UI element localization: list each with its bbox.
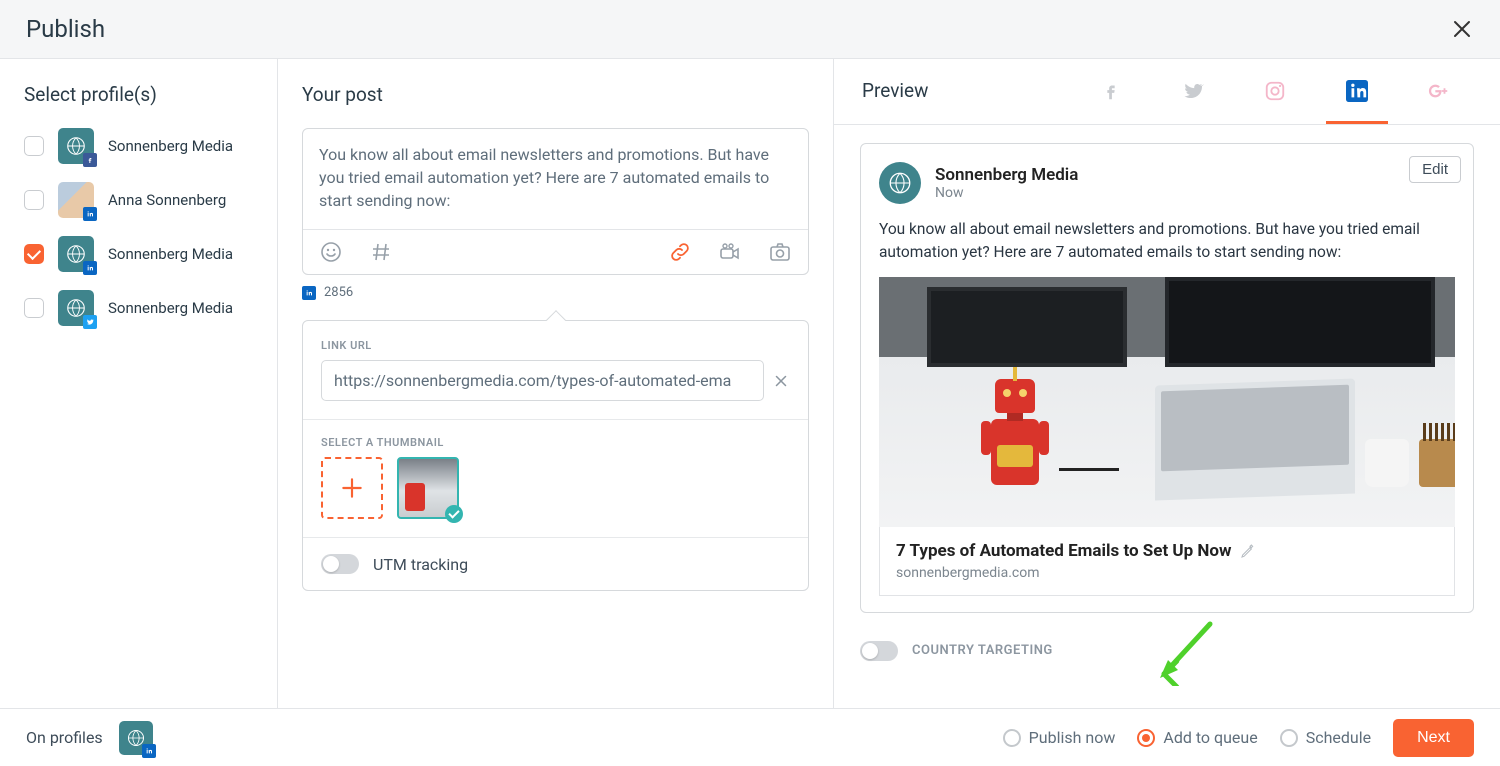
profile-row[interactable]: Sonnenberg Media [24, 290, 253, 326]
avatar [58, 128, 94, 164]
preview-header: Preview [834, 59, 1500, 102]
radio-label: Publish now [1029, 728, 1116, 747]
hashtag-icon[interactable] [369, 240, 393, 264]
char-count: 2856 [324, 285, 353, 300]
profile-row[interactable]: Sonnenberg Media [24, 236, 253, 272]
brand-logo-icon [879, 162, 921, 204]
close-icon[interactable] [1450, 17, 1474, 41]
radio-label: Add to queue [1163, 728, 1257, 747]
profile-checkbox[interactable] [24, 190, 44, 210]
linkedin-badge-icon [83, 261, 97, 275]
profile-name-label: Sonnenberg Media [108, 299, 233, 317]
schedule-option[interactable]: Schedule [1280, 728, 1371, 747]
add-to-queue-option[interactable]: Add to queue [1137, 728, 1257, 747]
compose-title: Your post [302, 83, 809, 106]
post-box: You know all about email newsletters and… [302, 128, 809, 275]
tab-twitter[interactable] [1180, 80, 1206, 102]
profile-row[interactable]: Anna Sonnenberg [24, 182, 253, 218]
radio-icon[interactable] [1280, 729, 1298, 747]
tab-instagram[interactable] [1262, 80, 1288, 102]
country-targeting-label: COUNTRY TARGETING [912, 643, 1053, 658]
facebook-badge-icon [83, 153, 97, 167]
add-thumbnail-button[interactable] [321, 457, 383, 519]
radio-label: Schedule [1306, 728, 1371, 747]
linkedin-badge-icon [83, 207, 97, 221]
camera-icon[interactable] [768, 240, 792, 264]
post-textarea[interactable]: You know all about email newsletters and… [303, 129, 808, 229]
preview-panel: Preview [834, 59, 1500, 708]
preview-profile-name: Sonnenberg Media [935, 165, 1078, 185]
tab-facebook[interactable] [1098, 80, 1124, 102]
profile-checkbox[interactable] [24, 136, 44, 156]
profile-checkbox[interactable] [24, 298, 44, 318]
avatar [58, 290, 94, 326]
profile-name-label: Sonnenberg Media [108, 137, 233, 155]
modal-title: Publish [26, 15, 105, 43]
emoji-icon[interactable] [319, 240, 343, 264]
link-icon[interactable] [668, 240, 692, 264]
linkedin-badge-icon [142, 744, 156, 758]
modal-header: Publish [0, 0, 1500, 58]
profile-row[interactable]: Sonnenberg Media [24, 128, 253, 164]
link-url-label: LINK URL [321, 339, 790, 352]
on-profiles-label: On profiles [26, 728, 103, 747]
profile-name-label: Anna Sonnenberg [108, 191, 226, 209]
profile-checkbox[interactable] [24, 244, 44, 264]
preview-link-title: 7 Types of Automated Emails to Set Up No… [896, 541, 1232, 561]
preview-link-domain: sonnenbergmedia.com [896, 565, 1438, 581]
main-layout: Select profile(s) Sonnenberg Media [0, 58, 1500, 708]
post-toolbar [303, 229, 808, 274]
tab-linkedin[interactable] [1344, 80, 1370, 102]
country-targeting-toggle[interactable] [860, 641, 898, 661]
preview-card: Edit Sonnenberg Media Now You know all a… [860, 143, 1474, 613]
video-icon[interactable] [718, 240, 742, 264]
tab-googleplus[interactable] [1426, 80, 1452, 102]
thumbnail-option[interactable] [397, 457, 459, 519]
preview-link-bar: 7 Types of Automated Emails to Set Up No… [879, 527, 1455, 596]
thumbnail-label: SELECT A THUMBNAIL [321, 436, 790, 449]
edit-title-icon[interactable] [1240, 543, 1256, 559]
utm-tracking-toggle[interactable] [321, 554, 359, 574]
link-url-input[interactable]: https://sonnenbergmedia.com/types-of-aut… [321, 360, 764, 401]
next-button[interactable]: Next [1393, 719, 1474, 757]
profiles-title: Select profile(s) [24, 83, 253, 106]
profiles-panel: Select profile(s) Sonnenberg Media [0, 59, 278, 708]
preview-title: Preview [862, 79, 928, 102]
selected-profile-avatar[interactable] [119, 721, 153, 755]
preview-time: Now [935, 185, 1078, 201]
avatar [58, 236, 94, 272]
linkedin-icon [302, 286, 316, 300]
radio-icon[interactable] [1137, 729, 1155, 747]
publish-now-option[interactable]: Publish now [1003, 728, 1116, 747]
profile-name-label: Sonnenberg Media [108, 245, 233, 263]
compose-panel: Your post You know all about email newsl… [278, 59, 834, 708]
country-targeting-row: COUNTRY TARGETING [860, 641, 1474, 661]
char-count-row: 2856 [302, 285, 809, 300]
preview-body-text: You know all about email newsletters and… [879, 218, 1455, 265]
link-attachment-card: LINK URL https://sonnenbergmedia.com/typ… [302, 320, 809, 591]
preview-link-image [879, 277, 1455, 527]
radio-icon[interactable] [1003, 729, 1021, 747]
clear-link-icon[interactable] [772, 372, 790, 390]
edit-button[interactable]: Edit [1409, 156, 1461, 183]
selected-check-icon [445, 505, 463, 523]
utm-tracking-label: UTM tracking [373, 555, 468, 574]
avatar [58, 182, 94, 218]
footer-bar: On profiles Publish now Add to queue Sch… [0, 708, 1500, 766]
twitter-badge-icon [83, 315, 97, 329]
